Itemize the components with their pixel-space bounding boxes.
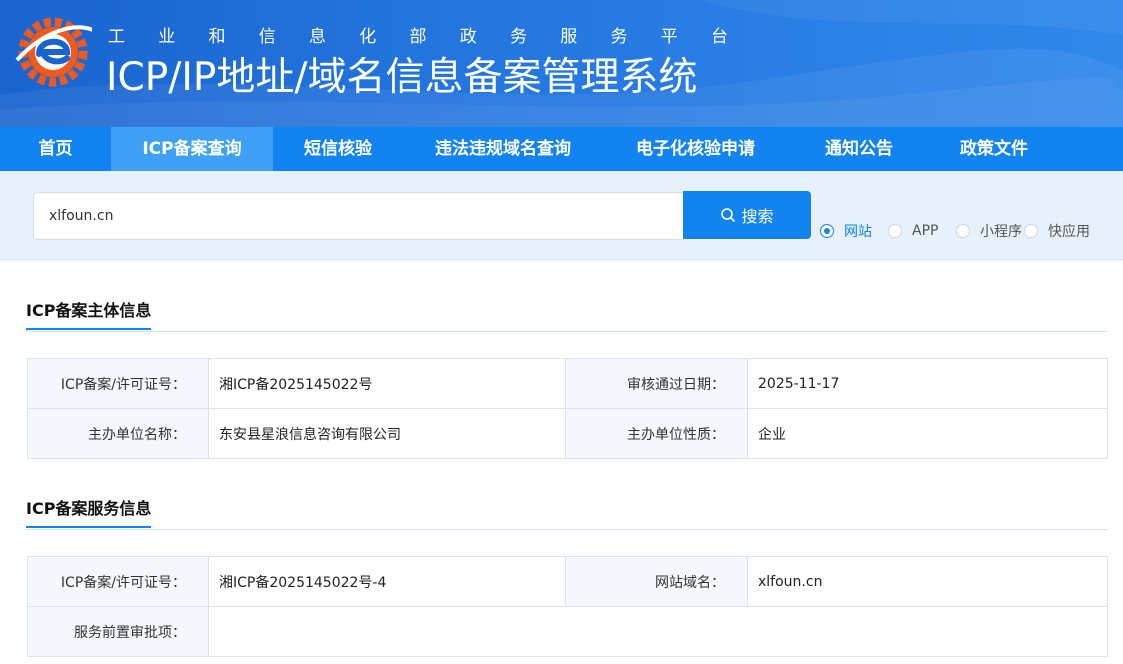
section-divider — [26, 331, 1107, 332]
radio-label: 小程序 — [980, 224, 1022, 240]
website-domain-value: xlfoun.cn — [747, 556, 1108, 607]
radio-label: 网站 — [844, 224, 872, 240]
subtitle-char: 部 — [409, 27, 427, 47]
subtitle-char: 台 — [711, 27, 728, 47]
subtitle-char: 息 — [309, 27, 326, 47]
radio-quick-app[interactable]: 快应用 — [1024, 221, 1090, 241]
subtitle-char: 业 — [158, 27, 176, 47]
nav-item-home[interactable]: 首页 — [0, 127, 111, 171]
nav-item-notices[interactable]: 通知公告 — [788, 127, 930, 171]
main-nav: 首页 ICP备案查询 短信核验 违法违规域名查询 电子化核验申请 通知公告 政策… — [0, 127, 1123, 171]
header-subtitle: 工业和信息化部政务服务平台 — [108, 22, 728, 47]
radio-indicator — [888, 224, 902, 238]
field-label: 服务前置审批项： — [27, 606, 209, 657]
search-button-label: 搜索 — [741, 207, 774, 226]
search-icon — [721, 208, 736, 222]
subtitle-char: 服 — [560, 27, 578, 47]
organizer-type-value: 企业 — [747, 408, 1108, 459]
nav-item-electronic-verify[interactable]: 电子化核验申请 — [603, 127, 788, 171]
table-row: ICP备案/许可证号： 湘ICP备2025145022号 审核通过日期： 202… — [27, 358, 1108, 409]
field-label: 主办单位名称： — [27, 408, 209, 459]
nav-item-sms-verify[interactable]: 短信核验 — [273, 127, 403, 171]
radio-label: APP — [912, 223, 939, 239]
subtitle-char: 平 — [660, 27, 678, 47]
license-number-value: 湘ICP备2025145022号 — [208, 358, 566, 409]
approval-date-value: 2025-11-17 — [747, 358, 1108, 409]
field-label: ICP备案/许可证号： — [27, 556, 209, 607]
subtitle-char: 务 — [610, 27, 628, 47]
radio-indicator — [820, 224, 834, 238]
nav-item-illegal-domain-query[interactable]: 违法违规域名查询 — [403, 127, 603, 171]
entity-section-title: ICP备案主体信息 — [26, 297, 152, 330]
subtitle-char: 工 — [108, 27, 125, 47]
radio-mini-program[interactable]: 小程序 — [956, 221, 1024, 241]
field-label: 网站域名： — [565, 556, 748, 607]
table-row: ICP备案/许可证号： 湘ICP备2025145022号-4 网站域名： xlf… — [27, 556, 1108, 607]
radio-indicator — [956, 224, 970, 238]
nav-item-icp-query[interactable]: ICP备案查询 — [111, 127, 273, 171]
organizer-name-value: 东安县星浪信息咨询有限公司 — [208, 408, 566, 459]
service-license-number-value: 湘ICP备2025145022号-4 — [208, 556, 566, 607]
table-row: 服务前置审批项： — [27, 606, 1108, 657]
radio-label: 快应用 — [1048, 224, 1090, 240]
site-header: 工 业 和 信 息 化 部 政 务 服 务 平 台 ICP/IP地址/域名信息备案管理系统 — [0, 0, 1123, 127]
entity-info-table: ICP备案/许可证号： 湘ICP备2025145022号 审核通过日期： 202… — [27, 358, 1108, 459]
field-label: 主办单位性质： — [565, 408, 748, 459]
search-input[interactable] — [33, 192, 684, 240]
service-section-title: ICP备案服务信息 — [26, 495, 152, 528]
system-title: ICP/IP地址/域名信息备案管理系统 — [106, 55, 698, 100]
radio-indicator — [1024, 224, 1038, 238]
nav-item-policy-docs[interactable]: 政策文件 — [930, 127, 1058, 171]
miit-logo-icon — [15, 17, 92, 87]
radio-app[interactable]: APP — [888, 223, 956, 239]
subtitle-char: 化 — [359, 27, 377, 47]
table-row: 主办单位名称： 东安县星浪信息咨询有限公司 主办单位性质： 企业 — [27, 408, 1108, 459]
subtitle-char: 和 — [208, 27, 226, 47]
search-button[interactable]: 搜索 — [683, 191, 811, 239]
subtitle-char: 务 — [510, 27, 527, 47]
subtitle-char: 信 — [258, 27, 276, 47]
field-label: 审核通过日期： — [565, 358, 748, 409]
subtitle-char: 政 — [459, 27, 477, 47]
pre-approval-items-value — [208, 606, 1108, 657]
field-label: ICP备案/许可证号： — [27, 358, 209, 409]
service-info-table: ICP备案/许可证号： 湘ICP备2025145022号-4 网站域名： xlf… — [27, 556, 1108, 657]
search-type-radio-group: 网站 APP 小程序 快应用 — [820, 221, 1090, 241]
section-divider — [26, 529, 1107, 530]
search-band: 搜索 网站 APP 小程序 快应用 — [0, 171, 1123, 261]
radio-website[interactable]: 网站 — [820, 221, 888, 241]
